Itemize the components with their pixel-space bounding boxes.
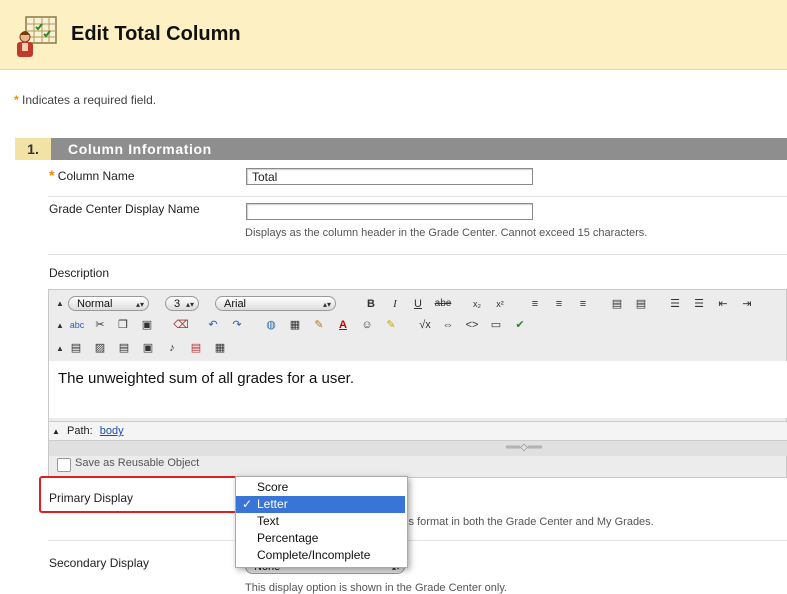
updown-arrow-icon: ▴▾ bbox=[322, 300, 331, 309]
font-family-select[interactable]: Arial ▴▾ bbox=[215, 296, 336, 311]
page-forward-icon[interactable]: ▤ bbox=[609, 297, 625, 311]
save-reusable-label: Save as Reusable Object bbox=[75, 457, 200, 469]
html-source-icon[interactable]: <> bbox=[464, 318, 480, 332]
font-size-value: 3 bbox=[174, 298, 181, 310]
section-number: 1. bbox=[15, 138, 51, 160]
pencil-icon[interactable]: ✎ bbox=[311, 318, 327, 332]
gradebook-teacher-icon bbox=[14, 15, 58, 59]
spellcheck-icon[interactable]: abc bbox=[67, 318, 87, 332]
primary-display-dropdown[interactable]: Score ✓ Letter Text Percentage Complete/… bbox=[235, 476, 408, 568]
mashup-icon[interactable]: ▦ bbox=[212, 341, 228, 355]
italic-icon[interactable]: I bbox=[387, 297, 403, 311]
align-right-icon[interactable]: ≡ bbox=[575, 297, 591, 311]
align-left-icon[interactable]: ≡ bbox=[527, 297, 543, 311]
undo-icon[interactable]: ↶ bbox=[205, 318, 221, 332]
insert-audio-icon[interactable]: ♪ bbox=[164, 341, 180, 355]
equation-icon[interactable]: √x bbox=[415, 318, 435, 332]
divider bbox=[48, 196, 787, 197]
outdent-icon[interactable]: ⇤ bbox=[715, 297, 731, 311]
option-score[interactable]: Score bbox=[236, 479, 405, 496]
required-star-icon: * bbox=[14, 93, 19, 107]
column-name-input[interactable]: Total bbox=[246, 168, 533, 185]
save-reusable-checkbox[interactable] bbox=[57, 458, 71, 472]
resize-grip-icon: ══◇══ bbox=[506, 442, 543, 453]
redo-icon[interactable]: ↷ bbox=[229, 318, 245, 332]
superscript-icon[interactable]: x² bbox=[492, 297, 508, 311]
primary-display-hint: his format in both the Grade Center and … bbox=[400, 516, 654, 528]
emoticon-icon[interactable]: ☺ bbox=[359, 318, 375, 332]
link-globe-icon[interactable]: ◍ bbox=[263, 318, 279, 332]
clear-format-icon[interactable]: ⌫ bbox=[173, 318, 189, 332]
divider bbox=[48, 254, 787, 255]
insert-video-icon[interactable]: ▣ bbox=[140, 341, 156, 355]
font-family-value: Arial bbox=[224, 298, 247, 310]
editor-resize-handle[interactable]: ══◇══ bbox=[49, 440, 787, 456]
option-letter[interactable]: ✓ Letter bbox=[236, 496, 405, 513]
highlight-icon[interactable]: ✎ bbox=[383, 318, 399, 332]
required-star-icon: * bbox=[49, 167, 55, 183]
column-name-label: * Column Name bbox=[49, 167, 135, 183]
strikethrough-icon[interactable]: abe bbox=[432, 297, 454, 311]
option-label: Text bbox=[257, 514, 280, 528]
collapse-arrow-icon[interactable]: ▲ bbox=[52, 342, 68, 356]
option-label: Letter bbox=[257, 497, 288, 511]
attach-file-icon[interactable]: ▤ bbox=[68, 341, 84, 355]
page-back-icon[interactable]: ▤ bbox=[633, 297, 649, 311]
secondary-display-hint: This display option is shown in the Grad… bbox=[245, 582, 508, 594]
section-title: Column Information bbox=[68, 141, 212, 157]
indent-icon[interactable]: ⇥ bbox=[739, 297, 755, 311]
display-name-input[interactable] bbox=[246, 203, 533, 220]
path-body-link[interactable]: body bbox=[100, 425, 124, 437]
path-label: Path: bbox=[66, 425, 93, 437]
text-color-icon[interactable]: A bbox=[335, 318, 351, 332]
align-center-icon[interactable]: ≡ bbox=[551, 297, 567, 311]
collapse-arrow-icon[interactable]: ▲ bbox=[52, 319, 68, 333]
editor-path-bar: ▲ Path: body bbox=[49, 421, 787, 440]
option-label: Percentage bbox=[257, 531, 319, 545]
format-value: Normal bbox=[77, 298, 113, 310]
updown-arrow-icon: ▴▾ bbox=[185, 300, 194, 309]
description-label: Description bbox=[49, 266, 110, 280]
insert-flash-icon[interactable]: ▤ bbox=[188, 341, 204, 355]
collapse-arrow-icon[interactable]: ▲ bbox=[52, 297, 68, 311]
paste-icon[interactable]: ▣ bbox=[139, 318, 155, 332]
collapse-arrow-icon[interactable]: ▲ bbox=[52, 427, 60, 436]
font-size-select[interactable]: 3 ▴▾ bbox=[165, 296, 199, 311]
secondary-display-label: Secondary Display bbox=[49, 556, 150, 570]
subscript-icon[interactable]: x₂ bbox=[469, 297, 485, 311]
insert-media-icon[interactable]: ▤ bbox=[116, 341, 132, 355]
divider bbox=[48, 540, 787, 541]
option-text[interactable]: Text bbox=[236, 513, 405, 530]
display-name-hint: Displays as the column header in the Gra… bbox=[245, 227, 648, 239]
column-name-label-text: Column Name bbox=[57, 169, 135, 183]
table-icon[interactable]: ▦ bbox=[287, 318, 303, 332]
required-note-text: Indicates a required field. bbox=[22, 93, 157, 107]
option-label: Score bbox=[257, 480, 289, 494]
numbered-list-icon[interactable]: ☰ bbox=[667, 297, 683, 311]
display-name-label: Grade Center Display Name bbox=[49, 202, 200, 216]
option-label: Complete/Incomplete bbox=[257, 548, 371, 562]
copy-icon[interactable]: ❐ bbox=[115, 318, 131, 332]
preview-icon[interactable]: ▭ bbox=[488, 318, 504, 332]
option-percentage[interactable]: Percentage bbox=[236, 530, 405, 547]
cut-icon[interactable]: ✂ bbox=[92, 318, 108, 332]
bold-icon[interactable]: B bbox=[363, 297, 379, 311]
required-note: * Indicates a required field. bbox=[14, 93, 156, 107]
editor-content-text: The unweighted sum of all grades for a u… bbox=[58, 370, 355, 387]
option-complete-incomplete[interactable]: Complete/Incomplete bbox=[236, 547, 405, 564]
insert-image-icon[interactable]: ▨ bbox=[92, 341, 108, 355]
checkmark-icon: ✓ bbox=[242, 497, 253, 511]
embed-icon[interactable]: ⇔ bbox=[440, 318, 456, 332]
updown-arrow-icon: ▴▾ bbox=[135, 300, 144, 309]
bullet-list-icon[interactable]: ☰ bbox=[691, 297, 707, 311]
page-title: Edit Total Column bbox=[71, 23, 241, 45]
underline-icon[interactable]: U bbox=[410, 297, 426, 311]
check-spelling-icon[interactable]: ✔ bbox=[512, 318, 528, 332]
format-select[interactable]: Normal ▴▾ bbox=[68, 296, 149, 311]
